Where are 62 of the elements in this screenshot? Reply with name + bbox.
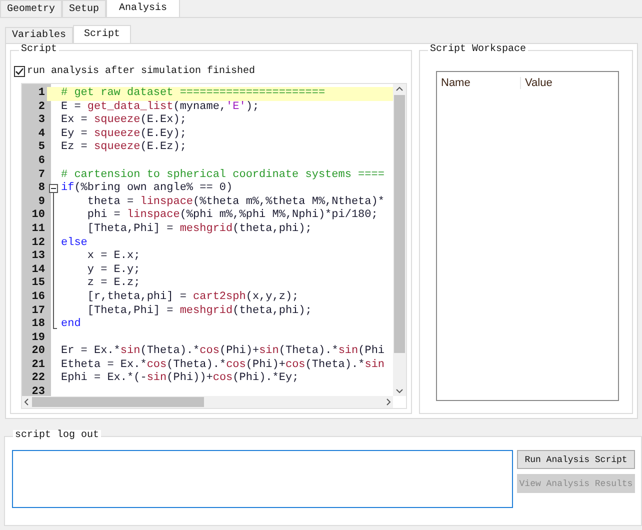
tab[interactable]: Variables <box>5 27 74 43</box>
line-number: 1 <box>22 87 47 101</box>
line-number: 16 <box>30 290 46 304</box>
code-line: [Theta,Phi] = meshgrid(theta,phi); <box>86 222 312 237</box>
checkmark-icon <box>14 66 25 76</box>
code-line: [r,theta,phi] = cart2sph(x,y,z); <box>86 290 299 304</box>
tab[interactable]: Geometry <box>0 0 62 17</box>
line-number: 12 <box>30 236 46 250</box>
code-comment: # cartension to spherical coordinate systems ==== <box>61 168 384 182</box>
checkbox[interactable]: run analysis after simulation finished <box>14 64 407 78</box>
line-number: 15 <box>30 277 46 291</box>
code-line: phi = linspace(%phi m%,%phi M%,Nphi)*pi/180; <box>86 209 378 223</box>
line-number: 6 <box>37 154 46 169</box>
code-line: if(%bring own angle% == 0) <box>61 182 233 196</box>
code-line: Ephi = Ex.*(-sin(Phi))+cos(Phi).*Ey; <box>61 372 299 386</box>
horizontal-scrollbar[interactable] <box>22 396 393 408</box>
line-number: 20 <box>30 345 46 359</box>
code-line: x = E.x; <box>86 250 140 264</box>
code-line: else <box>61 236 88 250</box>
code-comment: # get raw dataset ====================== <box>61 87 326 101</box>
line-number: 17 <box>30 304 46 318</box>
line-number: 7 <box>37 168 46 182</box>
line-number: 8 <box>37 182 46 196</box>
vertical-scrollbar[interactable] <box>393 84 406 396</box>
code-line: E = get_data_list(myname,'E'); <box>61 100 260 114</box>
code-line: theta = linspace(%theta m%,%theta M%,Ntheta)* <box>86 196 384 209</box>
code-line: Ex = squeeze(E.Ex); <box>61 114 186 128</box>
code-line: Ez = squeeze(E.Ez); <box>61 141 186 155</box>
code-line: Etheta = Ex.*cos(Theta).*cos(Phi)+cos(Theta).*sin <box>61 358 385 372</box>
collapse-icon[interactable] <box>49 182 58 196</box>
line-number: 4 <box>37 128 46 142</box>
group-title: script log out <box>13 430 102 442</box>
workspace-table[interactable]: Name Value <box>436 71 619 401</box>
tab[interactable]: Analysis <box>106 0 180 17</box>
code-line: z = E.z; <box>86 277 140 291</box>
line-number: 3 <box>37 114 46 128</box>
line-number: 21 <box>30 358 46 372</box>
code-line: y = E.y; <box>86 264 140 278</box>
group-title: Script Workspace <box>428 44 528 56</box>
line-number: 19 <box>30 332 46 346</box>
code-line: [Theta,Phi] = meshgrid(theta,phi); <box>86 304 312 318</box>
tab[interactable]: Setup <box>62 0 106 17</box>
line-number: 18 <box>30 318 46 332</box>
line-number: 13 <box>30 250 46 264</box>
code-line: Ey = squeeze(E.Ey); <box>61 128 186 141</box>
tab[interactable]: Script <box>73 25 132 43</box>
column-header[interactable]: Name <box>437 77 521 89</box>
run-script-button[interactable]: Run Analysis Script <box>517 450 635 469</box>
line-number: 14 <box>30 264 46 278</box>
log-output-field[interactable] <box>12 450 513 508</box>
column-header[interactable]: Value <box>521 77 552 89</box>
scroll-down-icon[interactable] <box>393 386 406 396</box>
code-line: Er = Ex.*sin(Theta).*cos(Phi)+sin(Theta).*sin(Phi <box>61 345 385 359</box>
line-number: 9 <box>37 196 46 210</box>
group-title: Script <box>19 44 60 56</box>
code-line: end <box>61 318 81 332</box>
line-number: 2 <box>37 100 46 114</box>
line-number: 23 <box>30 386 46 400</box>
line-number: 11 <box>30 222 46 237</box>
line-number: 22 <box>30 372 46 386</box>
line-number: 10 <box>30 209 46 223</box>
line-number: 5 <box>37 141 46 155</box>
